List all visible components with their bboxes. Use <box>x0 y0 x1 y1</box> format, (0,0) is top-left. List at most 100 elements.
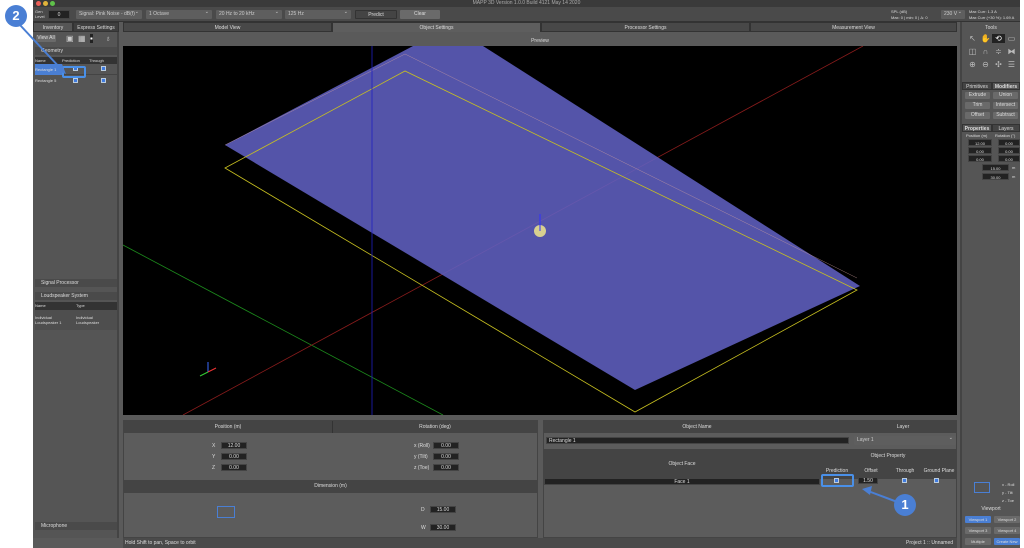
subtract-button[interactable]: Subtract <box>993 112 1018 119</box>
tab-processor-settings[interactable]: Processor Settings <box>541 22 750 32</box>
create-new-button[interactable]: Create New <box>994 538 1020 545</box>
microphone-icon[interactable]: ♁ <box>105 34 111 43</box>
prop-x-input[interactable]: 12.00 <box>968 139 992 146</box>
microphone-section[interactable]: Microphone <box>35 522 117 530</box>
spl-title: SPL (dB) <box>891 9 908 14</box>
through-checkbox[interactable] <box>100 66 106 71</box>
grid-icon[interactable]: ▦ <box>78 34 86 43</box>
viewport-title: Viewport <box>981 506 1001 512</box>
union-button[interactable]: Union <box>993 92 1018 99</box>
col-ground-plane: Ground Plane <box>922 463 956 479</box>
prop-z-input[interactable]: 0.00 <box>968 155 992 162</box>
frequency-select[interactable]: 125 Hz <box>285 8 351 19</box>
minimize-button[interactable] <box>43 1 48 6</box>
hand-icon[interactable]: ✋ <box>979 34 992 43</box>
transform-panel: Position (m) Rotation (deg) X 12.00 Y 0.… <box>123 420 538 538</box>
layer-select[interactable]: Layer 1 <box>854 434 956 445</box>
align-icon[interactable]: ≑ <box>992 47 1005 56</box>
prediction-checkbox[interactable] <box>73 77 78 83</box>
viewport-2-button[interactable]: Viewport 2 <box>994 516 1020 523</box>
spl-values: Max: 0 | min: 0 | Δ: 0 <box>891 15 928 20</box>
view-all-button[interactable]: View All <box>36 35 56 42</box>
row-name: Individual Loudspeaker 1 <box>35 315 62 325</box>
move-icon[interactable]: ✣ <box>992 60 1005 69</box>
frame-icon[interactable]: ◫ <box>966 47 979 56</box>
table-row[interactable]: Individual Loudspeaker 1 Individual Louds… <box>35 310 117 330</box>
dimension-w-input[interactable]: 30.00 <box>430 524 456 531</box>
face-through-checkbox[interactable] <box>902 478 907 485</box>
mirror-icon[interactable]: ⧓ <box>1005 47 1018 56</box>
viewport-4-button[interactable]: Viewport 4 <box>994 527 1020 534</box>
tilt-input[interactable]: 0.00 <box>433 453 459 460</box>
prop-y-input[interactable]: 0.00 <box>968 147 992 154</box>
offset-input[interactable]: 1.50 <box>858 477 878 484</box>
tab-layers[interactable]: Layers <box>992 124 1020 132</box>
position-z-input[interactable]: 0.00 <box>221 464 247 471</box>
close-button[interactable] <box>36 1 41 6</box>
geometry-section[interactable]: Geometry <box>35 47 117 55</box>
viewport-1-button[interactable]: Viewport 1 <box>965 516 991 523</box>
loudspeaker-system-section[interactable]: Loudspeaker System <box>35 292 117 300</box>
toe-input[interactable]: 0.00 <box>433 464 459 471</box>
orbit-icon[interactable]: ⟲ <box>992 34 1005 43</box>
roll-input[interactable]: 0.00 <box>433 442 459 449</box>
col-prediction: Prediction <box>62 58 80 63</box>
ruler-icon[interactable]: ▭ <box>1005 34 1018 43</box>
object-name-input[interactable]: Rectangle 1 <box>546 437 849 444</box>
position-x-input[interactable]: 12.00 <box>221 442 247 449</box>
voltage-select[interactable]: 230 V <box>941 8 965 19</box>
prop-d-input[interactable]: 15.00 <box>982 164 1009 171</box>
extrude-button[interactable]: Extrude <box>965 92 990 99</box>
tab-object-settings[interactable]: Object Settings <box>332 22 541 32</box>
status-hint: Hold Shift to pan, Space to orbit <box>125 540 196 546</box>
range-select[interactable]: 20 Hz to 20 kHz <box>216 8 282 19</box>
pointer-icon[interactable]: ↖ <box>966 34 979 43</box>
tab-primitives[interactable]: Primitives <box>962 82 992 90</box>
list-icon[interactable]: ☰ <box>1005 60 1018 69</box>
highlight-1 <box>821 474 854 487</box>
cube-icon[interactable]: ▣ <box>66 34 74 43</box>
layer-title: Layer <box>850 421 956 433</box>
face-ground-plane-checkbox[interactable] <box>934 478 939 485</box>
speaker-icon[interactable]: ▪ <box>90 34 93 43</box>
octave-select[interactable]: 1 Octave <box>146 8 212 19</box>
gen-level-input[interactable]: 0 <box>48 10 70 19</box>
dimension-diagram-icon <box>217 506 235 518</box>
legend-toe: z - Toe <box>1002 498 1014 503</box>
tab-measurement-view[interactable]: Measurement View <box>750 22 957 32</box>
trim-button[interactable]: Trim <box>965 102 990 109</box>
z-label: Z <box>212 465 216 471</box>
zoom-out-icon[interactable]: ⊖ <box>979 60 992 69</box>
col-name: Name <box>35 303 46 308</box>
through-checkbox[interactable] <box>100 77 106 83</box>
predict-button[interactable]: Predict <box>355 10 397 19</box>
clear-button[interactable]: Clear <box>400 10 440 19</box>
max-current: Max Curr: 1.3 A <box>969 9 997 14</box>
tab-model-view[interactable]: Model View <box>123 22 332 32</box>
dimension-d-input[interactable]: 15.00 <box>430 506 456 513</box>
tab-inventory[interactable]: Inventory <box>33 22 73 32</box>
prop-w-input[interactable]: 30.00 <box>982 173 1009 180</box>
multiple-button[interactable]: Multiple <box>965 538 991 545</box>
d-label: D <box>421 507 425 513</box>
3d-viewport[interactable] <box>123 46 957 415</box>
prop-ry-input[interactable]: 0.00 <box>998 147 1020 154</box>
tab-properties[interactable]: Properties <box>962 124 992 132</box>
row-name: Rectangle 1 <box>35 63 62 75</box>
face-name[interactable]: Face 1 <box>544 478 820 485</box>
prop-rx-input[interactable]: 0.00 <box>998 139 1020 146</box>
position-y-input[interactable]: 0.00 <box>221 453 247 460</box>
pos-label: Position (m) <box>966 133 988 138</box>
prop-rz-input[interactable]: 0.00 <box>998 155 1020 162</box>
maximize-button[interactable] <box>50 1 55 6</box>
arc-icon[interactable]: ∩ <box>979 47 992 56</box>
signal-select[interactable]: Signal: Pink Noise - dB(f) <box>76 8 142 19</box>
signal-processor-section[interactable]: Signal Processor <box>35 279 117 287</box>
offset-button[interactable]: Offset <box>965 112 990 119</box>
viewport-3-button[interactable]: Viewport 3 <box>965 527 991 534</box>
row-name: Rectangle 5 <box>35 78 57 83</box>
intersect-button[interactable]: Intersect <box>993 102 1018 109</box>
zoom-in-icon[interactable]: ⊕ <box>966 60 979 69</box>
tab-modifiers[interactable]: Modifiers <box>992 82 1020 90</box>
tab-express-settings[interactable]: Express Settings <box>73 22 119 32</box>
